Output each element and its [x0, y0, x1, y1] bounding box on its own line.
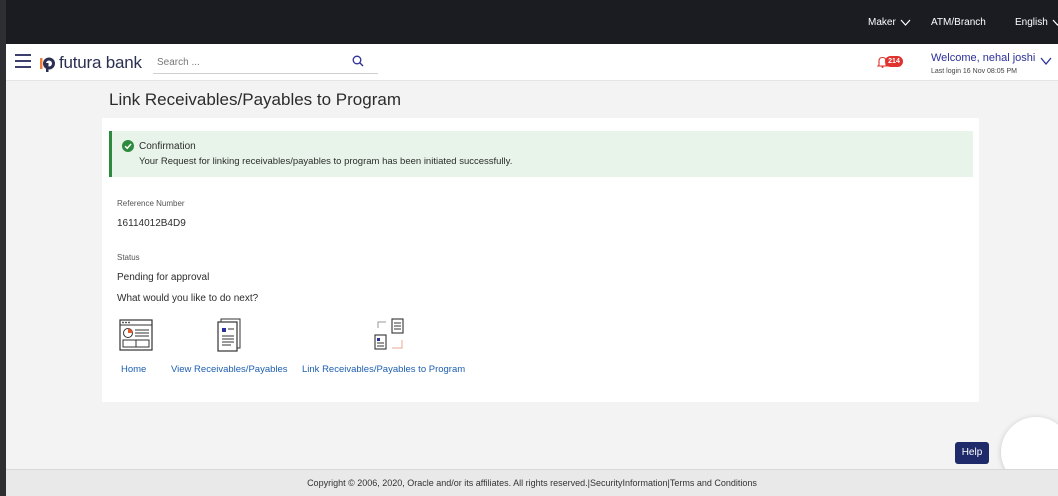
- confirmation-message: Your Request for linking receivables/pay…: [139, 156, 513, 167]
- logo-mark-icon: [40, 57, 55, 72]
- confirmation-banner: Confirmation Your Request for linking re…: [109, 131, 973, 177]
- view-receivables-action-button[interactable]: [217, 318, 241, 357]
- help-button[interactable]: Help: [955, 442, 989, 464]
- top-bar: Maker ATM/Branch English: [6, 0, 1058, 44]
- chevron-down-icon[interactable]: [1040, 57, 1052, 65]
- atm-branch-label: ATM/Branch: [931, 17, 986, 28]
- dashboard-icon: [119, 319, 153, 351]
- search-bar: [153, 52, 378, 74]
- reference-number-label: Reference Number: [117, 199, 185, 208]
- app-header: futura bank 214 Welcome, nehal joshi Las…: [6, 44, 1058, 81]
- check-circle-icon: [122, 140, 134, 152]
- notification-badge: 214: [885, 56, 903, 67]
- reference-number-value: 16114012B4D9: [117, 218, 186, 229]
- welcome-text[interactable]: Welcome, nehal joshi: [931, 52, 1035, 64]
- status-label: Status: [117, 253, 140, 262]
- bank-logo[interactable]: futura bank: [39, 53, 142, 73]
- search-input[interactable]: [153, 52, 343, 73]
- last-login-text: Last login 16 Nov 08:05 PM: [931, 68, 1017, 75]
- content-card: Confirmation Your Request for linking re…: [102, 118, 979, 402]
- chevron-down-icon: [1052, 19, 1058, 26]
- language-label: English: [1015, 17, 1048, 28]
- link-documents-icon: [374, 318, 404, 350]
- link-receivables-action-button[interactable]: [374, 318, 406, 357]
- role-label: Maker: [868, 17, 896, 28]
- home-action-button[interactable]: [119, 319, 153, 356]
- view-receivables-link[interactable]: View Receivables/Payables: [171, 364, 288, 375]
- chevron-down-icon: [900, 19, 911, 26]
- search-icon[interactable]: [352, 55, 364, 67]
- footer: Copyright © 2006, 2020, Oracle and/or it…: [6, 469, 1058, 496]
- link-receivables-link[interactable]: Link Receivables/Payables to Program: [302, 364, 465, 375]
- language-switcher[interactable]: English: [1015, 17, 1058, 28]
- next-step-prompt: What would you like to do next?: [117, 293, 259, 304]
- atm-branch-link[interactable]: ATM/Branch: [931, 17, 986, 28]
- home-link[interactable]: Home: [121, 364, 146, 375]
- role-switcher[interactable]: Maker: [868, 17, 911, 28]
- notifications-button[interactable]: 214: [877, 54, 909, 70]
- page-title: Link Receivables/Payables to Program: [109, 90, 401, 109]
- document-list-icon: [217, 318, 241, 352]
- copyright-text: Copyright © 2006, 2020, Oracle and/or it…: [307, 478, 757, 488]
- confirmation-title: Confirmation: [139, 141, 196, 152]
- menu-icon[interactable]: [15, 54, 31, 68]
- status-value: Pending for approval: [117, 272, 210, 283]
- logo-text: futura bank: [59, 53, 142, 72]
